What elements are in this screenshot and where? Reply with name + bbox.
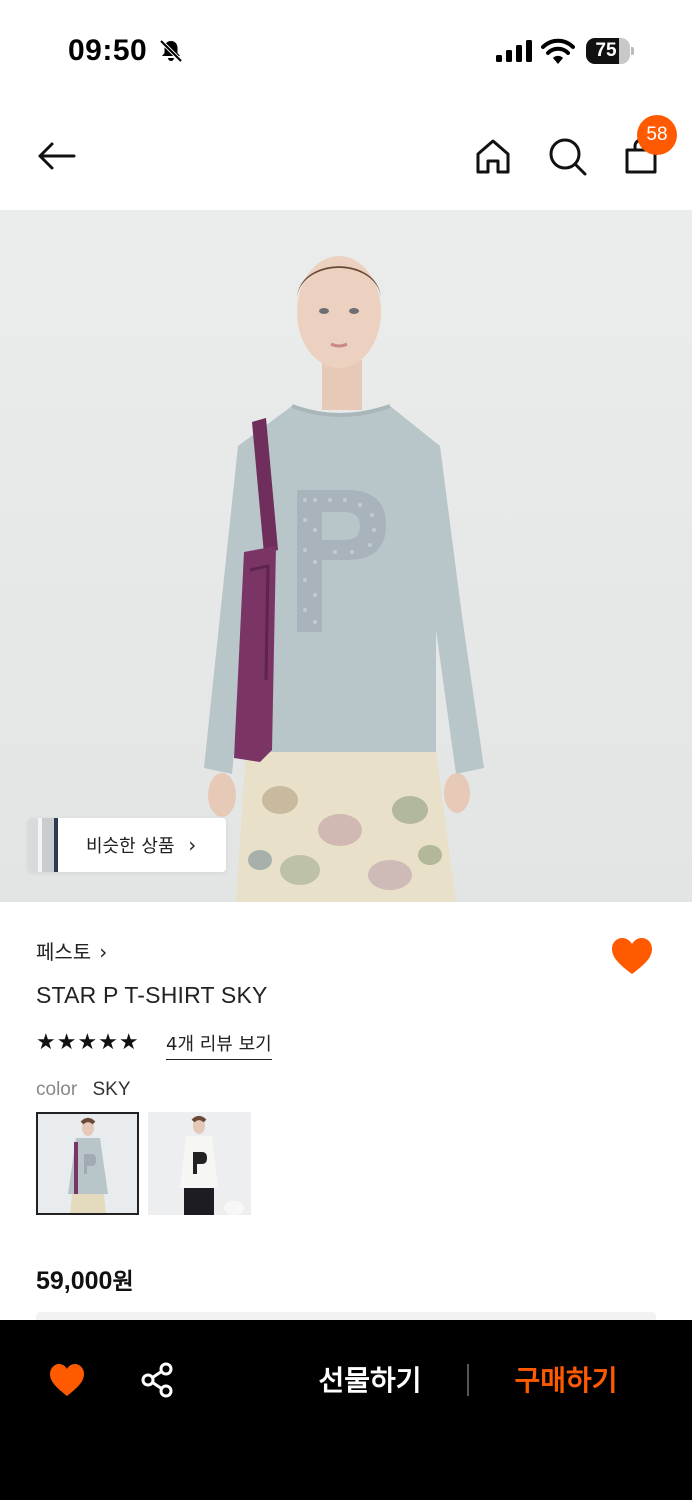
wifi-icon xyxy=(541,38,575,64)
share-icon[interactable] xyxy=(140,1362,174,1398)
button-separator xyxy=(467,1364,469,1396)
search-icon[interactable] xyxy=(547,136,587,176)
product-hero-image[interactable] xyxy=(0,210,692,902)
wishlist-heart-icon[interactable] xyxy=(610,936,654,976)
back-arrow-icon[interactable] xyxy=(36,136,76,176)
swatch-white-thumbnail xyxy=(148,1112,251,1215)
color-swatch-sky[interactable] xyxy=(36,1112,139,1215)
bell-slash-icon xyxy=(159,39,183,63)
cellular-signal-icon xyxy=(496,40,532,62)
section-divider xyxy=(36,1312,656,1320)
cart-count-badge: 58 xyxy=(637,115,677,155)
product-title: STAR P T-SHIRT SKY xyxy=(36,982,268,1008)
status-time: 09:50 xyxy=(68,34,148,67)
star-rating: ★★★★★ xyxy=(36,1030,140,1055)
battery-icon: 75 xyxy=(586,38,634,64)
home-icon[interactable] xyxy=(473,136,513,176)
color-swatch-white[interactable] xyxy=(148,1112,251,1215)
chevron-right-icon: › xyxy=(188,833,197,857)
model-photo xyxy=(204,256,484,902)
color-label: color xyxy=(36,1079,78,1100)
brand-name: 페스토 xyxy=(36,940,92,964)
chevron-right-icon: › xyxy=(99,940,108,964)
status-bar: 09:50 75 xyxy=(0,0,692,100)
buy-button[interactable]: 구매하기 xyxy=(496,1356,636,1406)
similar-products-thumbnail xyxy=(28,818,64,872)
review-link[interactable]: 4개 리뷰 보기 xyxy=(166,1030,272,1060)
color-row: color SKY xyxy=(36,1079,131,1101)
top-nav-bar xyxy=(0,100,692,210)
price-value: 59,000 xyxy=(36,1267,113,1295)
color-value: SKY xyxy=(92,1079,131,1100)
brand-link[interactable]: 페스토 › xyxy=(36,936,107,965)
battery-percent: 75 xyxy=(595,40,617,61)
wishlist-heart-icon[interactable] xyxy=(48,1362,86,1398)
swatch-sky-thumbnail xyxy=(38,1114,137,1213)
price: 59,000원 xyxy=(36,1262,134,1296)
gift-button[interactable]: 선물하기 xyxy=(300,1356,440,1406)
similar-products-label: 비슷한 상품 xyxy=(86,836,175,857)
price-unit: 원 xyxy=(112,1269,134,1295)
bottom-action-bar: 선물하기 구매하기 xyxy=(0,1320,692,1500)
similar-products-button[interactable]: 비슷한 상품 › xyxy=(28,818,226,872)
